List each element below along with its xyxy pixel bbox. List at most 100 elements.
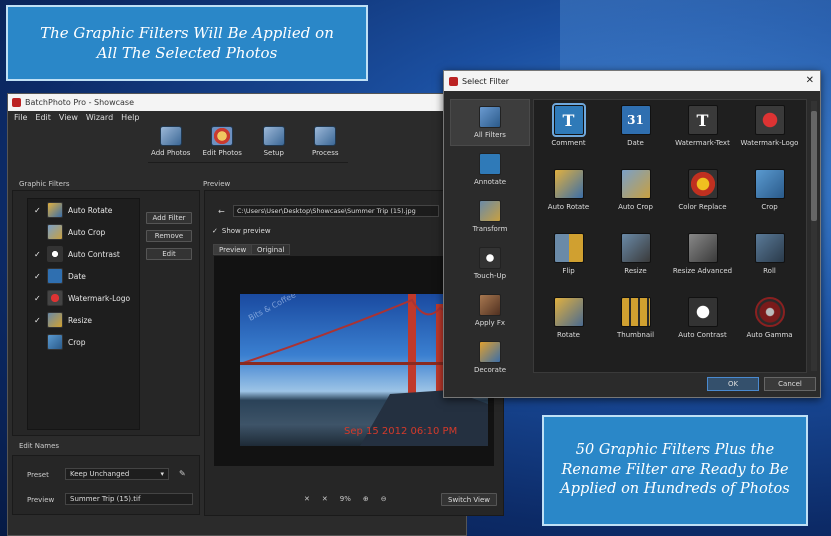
auto-contrast-icon (47, 246, 63, 262)
filter-row-resize[interactable]: ✓ Resize (28, 309, 139, 331)
dialog-logo-icon (449, 76, 458, 86)
filter-checkbox[interactable]: ✓ (34, 250, 42, 259)
filter-resize[interactable]: Resize (602, 233, 669, 297)
fit-icon[interactable]: ✕ (304, 495, 310, 503)
zoom-out-icon[interactable]: ⊖ (381, 495, 387, 503)
filter-resize-advanced[interactable]: Resize Advanced (669, 233, 736, 297)
photo-path-field[interactable]: C:\Users\User\Desktop\Showcase\Summer Tr… (233, 205, 439, 217)
resize-advanced-icon (687, 233, 718, 263)
auto-contrast-icon (687, 297, 718, 327)
filter-comment[interactable]: T Comment (535, 103, 602, 169)
close-icon[interactable]: ✕ (806, 75, 814, 86)
menu-view[interactable]: View (59, 113, 78, 122)
filter-row-crop[interactable]: Crop (28, 331, 139, 353)
edit-filter-button[interactable]: Edit (146, 248, 192, 260)
setup-button[interactable]: Setup (251, 126, 297, 162)
tab-original[interactable]: Original (251, 244, 291, 255)
filter-checkbox[interactable]: ✓ (34, 272, 42, 281)
filter-scrollbar[interactable] (811, 101, 817, 371)
touch-up-icon (479, 247, 501, 269)
actual-size-icon[interactable]: ✕ (322, 495, 328, 503)
watermark-text-icon: T (687, 105, 718, 135)
auto-rotate-icon (47, 202, 63, 218)
tab-preview[interactable]: Preview (213, 244, 253, 255)
filter-watermark-logo[interactable]: Watermark-Logo (736, 105, 803, 169)
menu-wizard[interactable]: Wizard (86, 113, 113, 122)
resize-icon (620, 233, 651, 263)
filter-row-watermark-logo[interactable]: ✓ Watermark-Logo (28, 287, 139, 309)
filter-checkbox[interactable]: ✓ (34, 294, 42, 303)
preview-name-label: Preview (27, 496, 55, 504)
filter-row-auto-contrast[interactable]: ✓ Auto Contrast (28, 243, 139, 265)
back-arrow-icon[interactable]: ← (218, 207, 225, 216)
preview-name-field[interactable]: Summer Trip (15).tif (65, 493, 193, 505)
pencil-icon[interactable]: ✎ (179, 469, 186, 478)
app-title: BatchPhoto Pro - Showcase (25, 98, 134, 107)
filter-date[interactable]: 31 Date (602, 105, 669, 169)
apply-fx-icon (479, 294, 501, 316)
zoom-in-icon[interactable]: ⊕ (363, 495, 369, 503)
transform-icon (479, 200, 501, 222)
filter-thumbnail[interactable]: Thumbnail (602, 297, 669, 361)
switch-view-button[interactable]: Switch View (441, 493, 497, 506)
edit-photos-button[interactable]: Edit Photos (200, 126, 246, 162)
filter-auto-contrast[interactable]: Auto Contrast (669, 297, 736, 361)
graphic-filters-label: Graphic Filters (19, 180, 70, 188)
zoom-controls: ✕ ✕ 9% ⊕ ⊖ (304, 495, 387, 503)
remove-filter-button[interactable]: Remove (146, 230, 192, 242)
filter-checkbox[interactable]: ✓ (34, 316, 42, 325)
menu-bar: File Edit View Wizard Help (8, 111, 466, 123)
chevron-down-icon: ▾ (160, 470, 164, 478)
auto-rotate-icon (553, 169, 584, 199)
date-icon: 31 (620, 105, 651, 135)
app-titlebar: BatchPhoto Pro - Showcase (8, 94, 466, 111)
filter-row-auto-rotate[interactable]: ✓ Auto Rotate (28, 199, 139, 221)
preset-select[interactable]: Keep Unchanged ▾ (65, 468, 169, 480)
rotate-icon (553, 297, 584, 327)
process-button[interactable]: Process (303, 126, 349, 162)
category-list: All Filters Annotate Transform Touch-Up … (450, 99, 530, 379)
filter-crop[interactable]: Crop (736, 169, 803, 233)
filter-row-auto-crop[interactable]: Auto Crop (28, 221, 139, 243)
process-icon (314, 126, 337, 146)
category-annotate[interactable]: Annotate (450, 146, 530, 193)
app-logo-icon (12, 98, 21, 107)
scrollbar-thumb[interactable] (811, 111, 817, 221)
cancel-button[interactable]: Cancel (764, 377, 816, 391)
menu-edit[interactable]: Edit (35, 113, 51, 122)
show-preview-checkbox[interactable]: ✓ Show preview (212, 227, 271, 235)
filter-roll[interactable]: Roll (736, 233, 803, 297)
show-preview-check-icon: ✓ (212, 227, 218, 235)
menu-help[interactable]: Help (121, 113, 139, 122)
category-transform[interactable]: Transform (450, 193, 530, 240)
filter-auto-gamma[interactable]: Auto Gamma (736, 297, 803, 361)
edit-names-panel (12, 455, 200, 515)
watermark-logo-icon (754, 105, 785, 135)
filter-row-date[interactable]: ✓ Date (28, 265, 139, 287)
ok-button[interactable]: OK (707, 377, 759, 391)
date-icon (47, 268, 63, 284)
filter-checkbox[interactable]: ✓ (34, 206, 42, 215)
color-replace-icon (687, 169, 718, 199)
filter-auto-rotate[interactable]: Auto Rotate (535, 169, 602, 233)
category-touch-up[interactable]: Touch-Up (450, 240, 530, 287)
crop-icon (47, 334, 63, 350)
filter-auto-crop[interactable]: Auto Crop (602, 169, 669, 233)
thumbnail-icon (620, 297, 651, 327)
filter-flip[interactable]: Flip (535, 233, 602, 297)
main-toolbar: Add Photos Edit Photos Setup Process (148, 123, 348, 163)
add-photos-button[interactable]: Add Photos (148, 126, 194, 162)
filter-rotate[interactable]: Rotate (535, 297, 602, 361)
filter-watermark-text[interactable]: T Watermark-Text (669, 105, 736, 169)
auto-crop-icon (47, 224, 63, 240)
add-filter-button[interactable]: Add Filter (146, 212, 192, 224)
select-filter-dialog: Select Filter ✕ All Filters Annotate Tra… (443, 70, 821, 398)
dialog-title: Select Filter (462, 76, 510, 86)
menu-file[interactable]: File (14, 113, 27, 122)
category-all-filters[interactable]: All Filters (450, 99, 530, 146)
callout-bottom: 50 Graphic Filters Plus the Rename Filte… (542, 415, 808, 526)
all-filters-icon (479, 106, 501, 128)
category-decorate[interactable]: Decorate (450, 334, 530, 381)
category-apply-fx[interactable]: Apply Fx (450, 287, 530, 334)
filter-color-replace[interactable]: Color Replace (669, 169, 736, 233)
